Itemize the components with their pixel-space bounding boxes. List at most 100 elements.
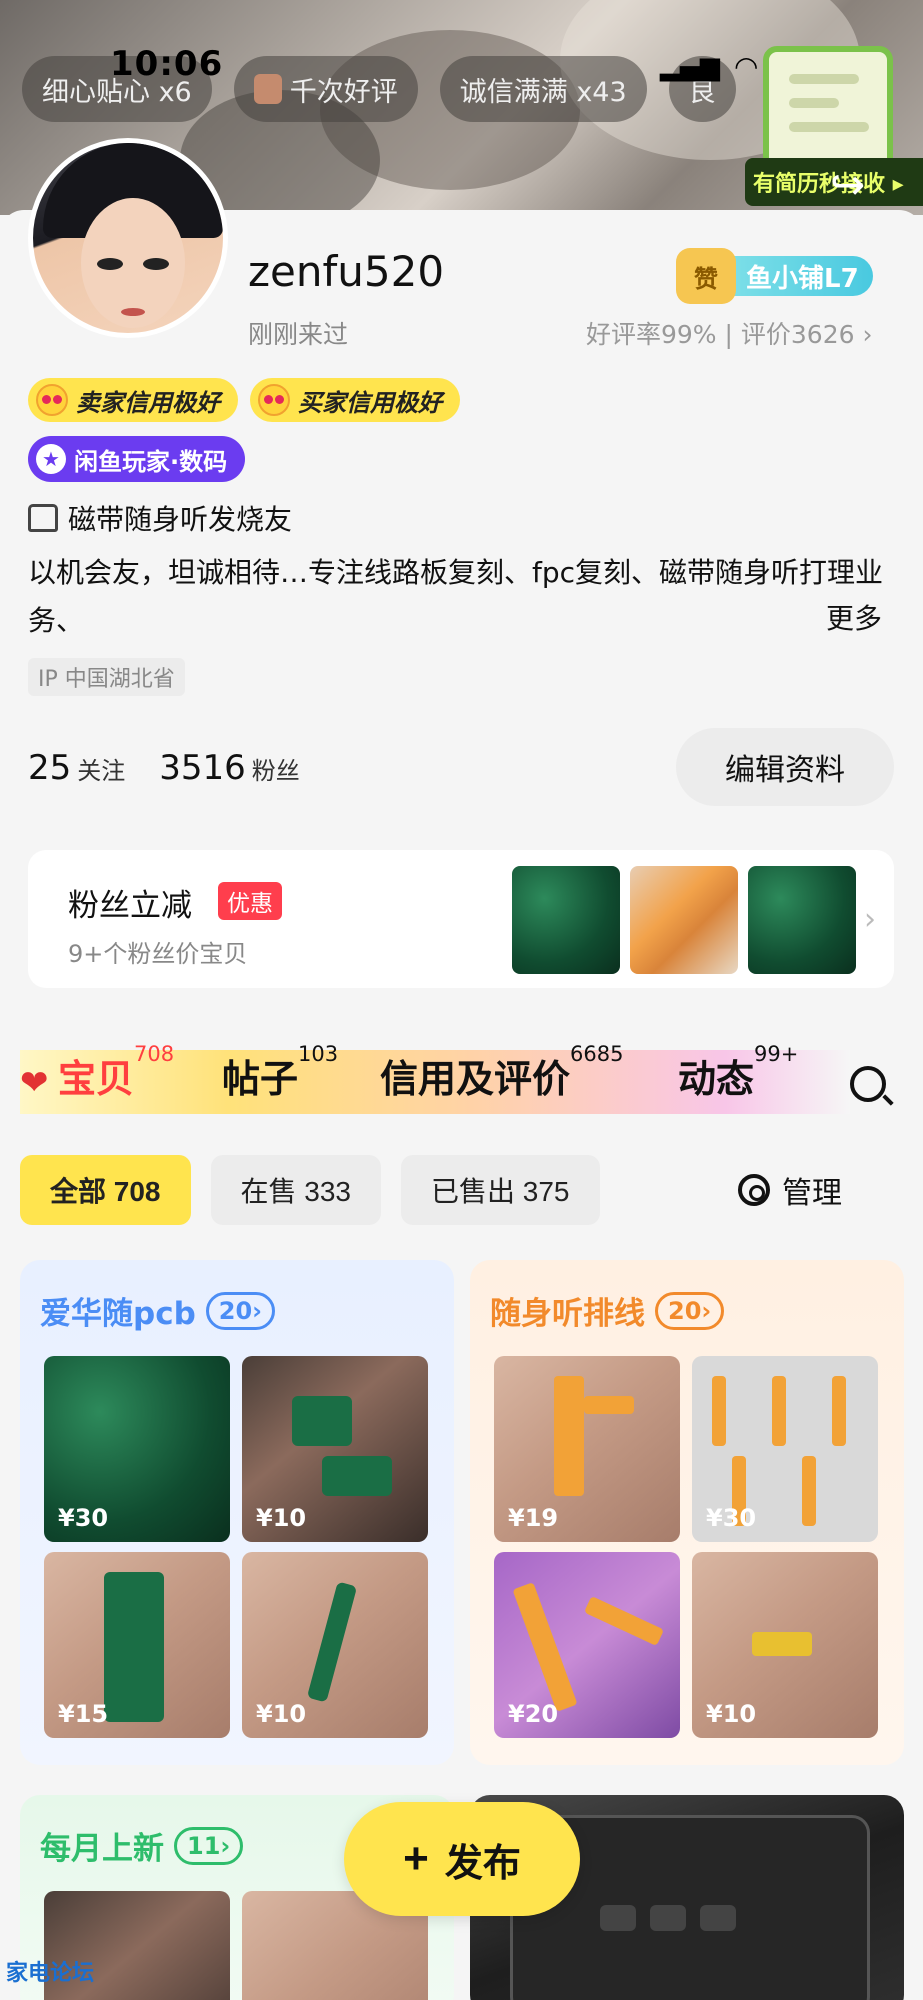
bio-more-link[interactable]: 更多: [826, 597, 882, 637]
item-price: ¥15: [58, 1700, 109, 1728]
flex-cable-shape: [554, 1376, 584, 1496]
follow-stats: 25 关注 3516 粉丝: [28, 748, 300, 788]
collection-title: 随身听排线 20 ›: [490, 1288, 725, 1333]
level-label: 鱼小铺L7: [724, 256, 873, 296]
chevron-right-icon: ›: [220, 1831, 231, 1860]
fans-card-title: 粉丝立减: [68, 888, 192, 924]
discount-tag: 优惠: [218, 882, 282, 920]
pcb-shape: [322, 1456, 392, 1496]
tab-posts[interactable]: 帖子103: [222, 1042, 338, 1103]
collection-card[interactable]: 爱华随pcb 20 › ¥30 ¥10 ¥15 ¥10: [20, 1260, 454, 1765]
product-item[interactable]: ¥19: [494, 1356, 680, 1542]
flex-cable-shape: [752, 1632, 812, 1656]
manage-button[interactable]: 管理: [718, 1155, 862, 1225]
shop-name: 磁带随身听发烧友: [28, 498, 292, 538]
item-filters: 全部 708 在售 333 已售出 375: [20, 1155, 600, 1225]
product-item[interactable]: ¥15: [44, 1552, 230, 1738]
item-price: ¥30: [706, 1504, 757, 1532]
product-item[interactable]: ¥10: [242, 1552, 428, 1738]
player-button: [700, 1905, 736, 1931]
fans-card-subtitle: 9+个粉丝价宝贝: [68, 940, 248, 968]
fans-item-thumbnails: [512, 866, 856, 974]
zan-badge-icon: 赞: [676, 248, 736, 304]
collection-title: 每月上新 11 ›: [40, 1823, 244, 1868]
item-thumbnail[interactable]: [748, 866, 856, 974]
last-seen: 刚刚来过: [248, 320, 349, 349]
buyer-credit-badge[interactable]: 买家信用极好: [250, 378, 460, 422]
rating-summary[interactable]: 好评率99% | 评价3626 ›: [586, 315, 872, 351]
collection-grid: ¥30 ¥10 ¥15 ¥10: [44, 1356, 428, 1738]
collection-card[interactable]: 随身听排线 20 › ¥19 ¥30 ¥20 ¥10: [470, 1260, 904, 1765]
product-item[interactable]: ¥20: [494, 1552, 680, 1738]
flex-cable-shape: [712, 1376, 726, 1446]
badge-pill[interactable]: 千次好评: [233, 56, 418, 122]
product-item[interactable]: ¥30: [692, 1356, 878, 1542]
pcb-shape: [292, 1396, 352, 1446]
bio-text: 以机会友，坦诚相待…专注线路板复刻、fpc复刻、磁带随身听打理业务、: [28, 556, 884, 637]
heart-eyes-icon: [36, 384, 68, 416]
fans-discount-card[interactable]: 粉丝立减 优惠 9+个粉丝价宝贝 ›: [28, 850, 894, 988]
player-button: [600, 1905, 636, 1931]
status-time: 10:06: [110, 44, 224, 84]
item-price: ¥30: [58, 1504, 109, 1532]
item-price: ¥20: [508, 1700, 559, 1728]
search-icon[interactable]: [850, 1066, 886, 1102]
avatar-mouth: [121, 308, 145, 316]
product-item[interactable]: ¥10: [692, 1552, 878, 1738]
avatar-eye: [143, 258, 169, 270]
gear-icon: [738, 1174, 770, 1206]
store-icon: [28, 504, 58, 532]
player-tag[interactable]: ★ 闲鱼玩家·数码: [28, 436, 246, 482]
filter-sold[interactable]: 已售出 375: [401, 1155, 600, 1225]
resume-card-icon: [763, 46, 893, 176]
heart-eyes-icon: [258, 384, 290, 416]
chevron-right-icon: ›: [252, 1296, 263, 1325]
item-thumbnail[interactable]: [512, 866, 620, 974]
flex-cable-shape: [832, 1376, 846, 1446]
publish-button[interactable]: + 发布: [344, 1802, 580, 1916]
collection-title: 爱华随pcb 20 ›: [40, 1288, 276, 1333]
tab-items[interactable]: 宝贝708: [58, 1042, 174, 1103]
ip-location: IP 中国湖北省: [28, 658, 185, 696]
avatar[interactable]: [28, 138, 228, 338]
collection-count: 20 ›: [655, 1291, 725, 1330]
fans-stat[interactable]: 3516 粉丝: [159, 748, 300, 788]
flex-cable-shape: [583, 1595, 665, 1647]
pcb-shape: [306, 1581, 358, 1703]
item-price: ¥10: [706, 1700, 757, 1728]
flex-cable-shape: [772, 1376, 786, 1446]
flex-cable-shape: [512, 1582, 578, 1712]
tab-credit-reviews[interactable]: 信用及评价6685: [380, 1042, 623, 1103]
chevron-right-icon: ›: [701, 1296, 712, 1325]
chevron-right-icon: ›: [864, 902, 876, 937]
player-button: [650, 1905, 686, 1931]
avatar-eye: [97, 258, 123, 270]
share-icon[interactable]: ↪: [830, 160, 865, 209]
pcb-shape: [104, 1572, 164, 1722]
filter-all[interactable]: 全部 708: [20, 1155, 191, 1225]
product-item[interactable]: ¥30: [44, 1356, 230, 1542]
flex-cable-shape: [584, 1396, 634, 1414]
signal-icon: ▂▄▆: [660, 51, 720, 82]
collection-count: 11 ›: [174, 1826, 244, 1865]
collection-count: 20 ›: [205, 1291, 276, 1330]
item-price: ¥10: [256, 1504, 307, 1532]
badge-pill[interactable]: 诚信满满 x43: [439, 56, 647, 122]
product-item[interactable]: ¥10: [242, 1356, 428, 1542]
username: zenfu520: [248, 247, 445, 296]
item-price: ¥19: [508, 1504, 559, 1532]
seller-credit-badge[interactable]: 卖家信用极好: [28, 378, 238, 422]
content-tabs: ❤ 宝贝708 帖子103 信用及评价6685 动态99+: [0, 1040, 923, 1120]
filter-on-sale[interactable]: 在售 333: [210, 1155, 381, 1225]
following-stat[interactable]: 25 关注: [28, 748, 125, 788]
flex-cable-shape: [802, 1456, 816, 1526]
credit-badges: 卖家信用极好 买家信用极好: [28, 378, 460, 422]
heart-icon: ❤: [20, 1063, 49, 1103]
collection-grid: ¥19 ¥30 ¥20 ¥10: [494, 1356, 878, 1738]
item-thumbnail[interactable]: [630, 866, 738, 974]
tab-activity[interactable]: 动态99+: [678, 1042, 798, 1103]
star-icon: ★: [36, 444, 66, 474]
plus-icon: +: [403, 1834, 429, 1883]
shop-level[interactable]: 赞 鱼小铺L7: [676, 248, 873, 304]
edit-profile-button[interactable]: 编辑资料: [676, 728, 894, 806]
